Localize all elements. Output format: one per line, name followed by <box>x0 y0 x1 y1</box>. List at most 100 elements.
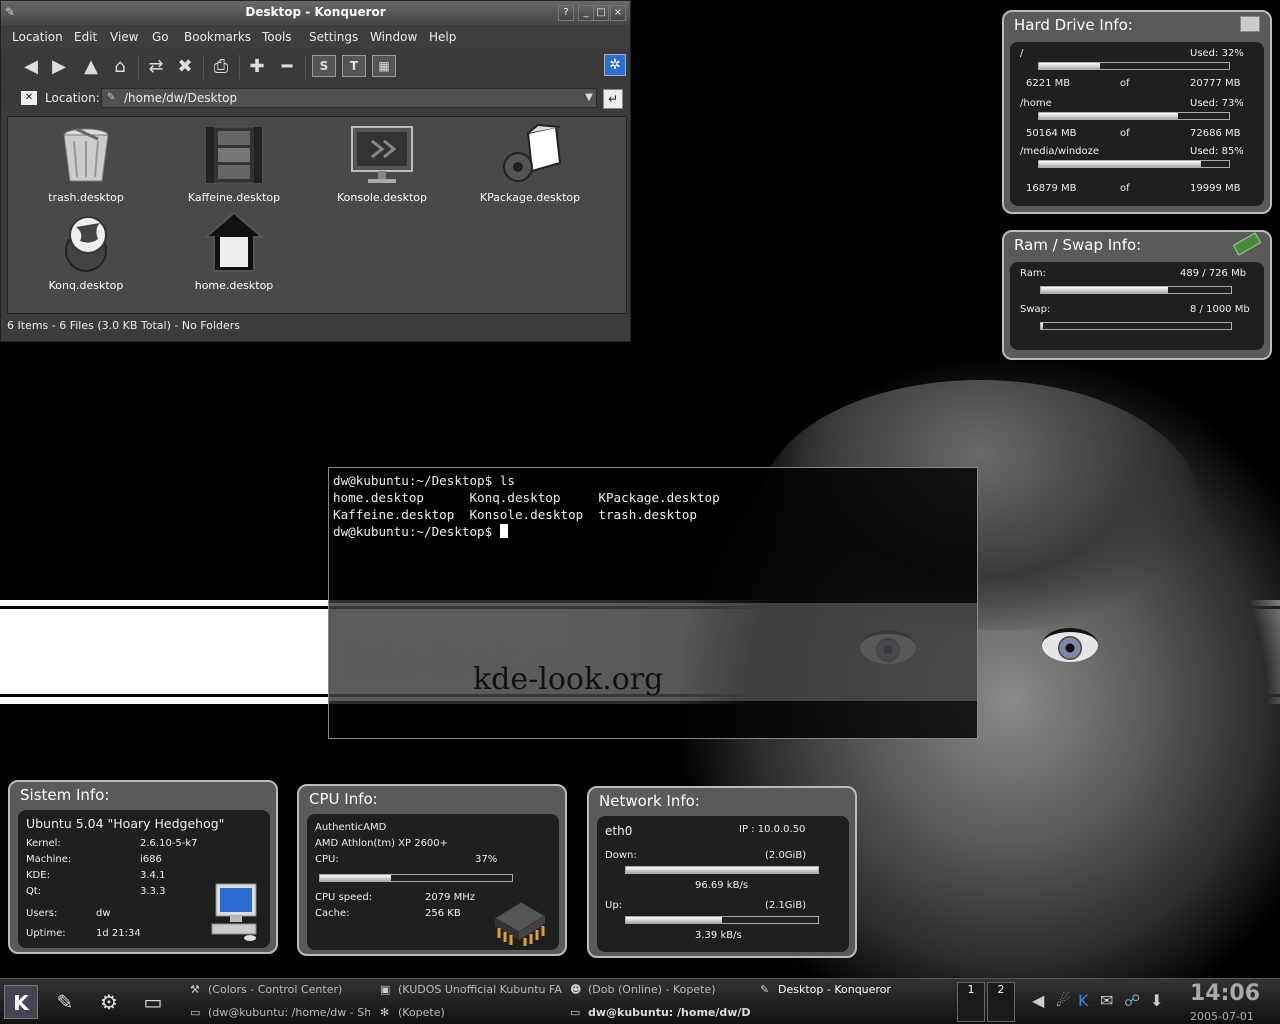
chevron-down-icon[interactable]: ▼ <box>581 89 597 107</box>
main-toolbar: ◀ ▶ ▲ ⌂ ⇄ ✖ ⎙ ✚ ━ S T ▦ <box>1 49 630 85</box>
download-fill <box>626 867 818 873</box>
menu-help[interactable]: Help <box>429 30 456 44</box>
konqueror-launcher-icon[interactable]: ✎ <box>48 985 82 1019</box>
forward-arrow-icon[interactable]: ▶ <box>46 54 72 80</box>
window-title: Desktop - Konqueror <box>245 5 386 19</box>
drive-usage-fill <box>1039 161 1201 167</box>
stop-icon[interactable]: ✖ <box>172 54 198 80</box>
reload-icon[interactable]: ⇄ <box>143 54 169 80</box>
cpu-label: CPU: <box>315 854 339 865</box>
down-label: Down: <box>605 850 637 861</box>
taskbar-task[interactable]: ▭ (dw@kubuntu: /home/dw - Sh <box>190 1006 370 1019</box>
download-icon[interactable]: ⬇ <box>1150 991 1163 1010</box>
drive-usage-fill <box>1039 63 1100 69</box>
memory-chip-icon <box>1232 232 1262 256</box>
menu-location[interactable]: Location <box>12 30 63 44</box>
gear-icon[interactable]: ✲ <box>604 54 626 76</box>
volume-icon[interactable]: ◀ <box>1032 991 1044 1010</box>
menu-settings[interactable]: Settings <box>309 30 358 44</box>
menu-view[interactable]: View <box>110 30 138 44</box>
maximize-button[interactable]: □ <box>593 5 609 21</box>
clock-date[interactable]: 2005-07-01 <box>1190 1010 1254 1023</box>
menu-edit[interactable]: Edit <box>74 30 97 44</box>
icon-view-button[interactable]: S <box>312 55 336 77</box>
terminal-line: home.desktop Konq.desktop KPackage.deskt… <box>333 490 720 505</box>
file-item[interactable]: trash.desktop <box>16 123 156 204</box>
widget-title: Sistem Info: <box>20 786 110 804</box>
back-arrow-icon[interactable]: ◀ <box>18 54 44 80</box>
desktop-pager-2[interactable]: 2 <box>987 982 1015 1022</box>
desktop-pager-1[interactable]: 1 <box>957 982 985 1022</box>
taskbar-task[interactable]: ▣ (KUDOS Unofficial Kubuntu FA <box>380 983 562 996</box>
menu-bookmarks[interactable]: Bookmarks <box>184 30 251 44</box>
drive-mount: /media/windoze <box>1020 146 1100 157</box>
terminal-output: dw@kubuntu:~/Desktop$ ls home.desktop Ko… <box>333 472 720 540</box>
clear-location-icon[interactable]: ✕ <box>21 91 37 105</box>
taskbar-task-active[interactable]: ✎ Desktop - Konqueror <box>760 983 940 996</box>
clock-time[interactable]: 14:06 <box>1190 981 1260 1006</box>
toolbar-separator <box>305 55 306 79</box>
location-label: Location: <box>45 91 100 105</box>
ram-value: 489 / 726 Mb <box>1180 268 1247 279</box>
file-item[interactable]: Kaffeine.desktop <box>164 123 304 204</box>
zoom-in-icon[interactable]: ✚ <box>244 54 270 80</box>
widget-panel: Ram: 489 / 726 Mb Swap: 8 / 1000 Mb <box>1010 262 1264 350</box>
taskbar-task[interactable]: ☻ (Dob (Online) - Kopete) <box>570 983 750 996</box>
konqueror-window: ✎ Desktop - Konqueror ? _ □ × Location E… <box>0 0 631 342</box>
satellite-icon[interactable]: ☄ <box>1056 991 1070 1010</box>
up-arrow-icon[interactable]: ▲ <box>78 54 104 80</box>
taskbar-task[interactable]: ✻ (Kopete) <box>380 1006 560 1019</box>
taskbar: K ✎ ⚙ ▭ ⚒ (Colors - Control Center) ▣ (KUD… <box>0 978 1280 1024</box>
text-view-button[interactable]: T <box>342 55 366 77</box>
menu-tools[interactable]: Tools <box>262 30 292 44</box>
down-total: (2.0GiB) <box>765 850 807 861</box>
file-item[interactable]: home.desktop <box>164 211 304 292</box>
print-icon[interactable]: ⎙ <box>208 54 234 80</box>
drive-mount: /home <box>1020 98 1052 109</box>
window-titlebar[interactable]: ✎ Desktop - Konqueror ? _ □ × <box>1 1 630 25</box>
drive-used: 50164 MB <box>1026 128 1077 139</box>
folder-icon: ✎ <box>107 92 116 103</box>
sys-label: Machine: <box>26 854 72 865</box>
sys-label: Kernel: <box>26 838 61 849</box>
minimize-button[interactable]: _ <box>578 5 594 21</box>
konsole-terminal[interactable]: kde-look.org kde-look.org dw@kubuntu:~/D… <box>328 467 978 739</box>
menu-go[interactable]: Go <box>152 30 169 44</box>
help-button[interactable]: ? <box>558 5 574 21</box>
widget-title: Network Info: <box>599 792 700 810</box>
menu-window[interactable]: Window <box>370 30 417 44</box>
drive-used-pct: Used: 85% <box>1190 146 1244 157</box>
kde-icon[interactable]: K <box>1078 991 1089 1010</box>
kde-menu-icon[interactable]: K <box>4 985 38 1019</box>
sys-label: KDE: <box>26 870 50 881</box>
network-icon[interactable]: ☍ <box>1124 991 1140 1010</box>
close-button[interactable]: × <box>610 5 626 21</box>
drive-usage-bar <box>1038 62 1230 70</box>
down-rate: 96.69 kB/s <box>695 880 749 891</box>
zoom-out-icon[interactable]: ━ <box>274 54 300 80</box>
wallpaper-logo: kde-look.org <box>473 662 664 697</box>
sys-value: 2.6.10-5-k7 <box>140 838 198 849</box>
file-item[interactable]: KPackage.desktop <box>460 123 600 204</box>
drive-used: 16879 MB <box>1026 183 1077 194</box>
taskbar-task[interactable]: ⚒ (Colors - Control Center) <box>190 983 370 996</box>
kopete-icon: ☻ <box>570 983 582 996</box>
go-button[interactable]: ↵ <box>603 89 623 109</box>
toolbar-separator <box>203 55 204 79</box>
terminal-cursor <box>499 524 508 538</box>
file-item[interactable]: Konsole.desktop <box>312 123 452 204</box>
terminal-prompt: dw@kubuntu:~/Desktop$ <box>333 524 500 539</box>
location-input[interactable] <box>101 88 597 108</box>
wallpaper-eye <box>1042 628 1098 662</box>
ip-address: IP : 10.0.0.50 <box>739 824 806 835</box>
taskbar-task[interactable]: ▭ dw@kubuntu: /home/dw/D <box>570 1006 754 1019</box>
file-item[interactable]: Konq.desktop <box>16 211 156 292</box>
home-icon[interactable]: ⌂ <box>107 54 133 80</box>
image-view-icon[interactable]: ▦ <box>372 55 396 77</box>
sys-value: i686 <box>140 854 162 865</box>
widget-panel: Ubuntu 5.04 "Hoary Hedgehog" Kernel: 2.6… <box>18 810 270 948</box>
widget-title: CPU Info: <box>309 790 378 808</box>
kpackage-launcher-icon[interactable]: ⚙ <box>92 985 126 1019</box>
mail-icon[interactable]: ✉ <box>1100 991 1113 1010</box>
konsole-launcher-icon[interactable]: ▭ <box>136 985 170 1019</box>
